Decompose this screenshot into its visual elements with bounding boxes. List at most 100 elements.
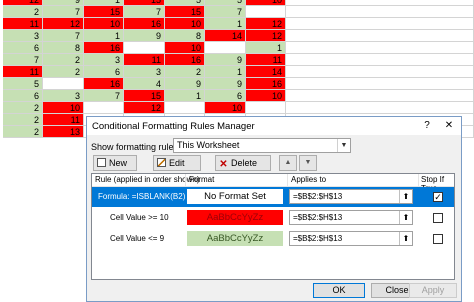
sheet-cell[interactable]: 11: [43, 114, 84, 126]
sheet-cell[interactable]: 7: [205, 6, 246, 18]
sheet-cell[interactable]: [165, 102, 205, 114]
rule-row[interactable]: Cell Value >= 10 AaBbCcYyZz =$B$2:$H$13 …: [92, 208, 454, 228]
sheet-cell[interactable]: 6: [84, 66, 124, 78]
sheet-cell[interactable]: 6: [205, 90, 246, 102]
sheet-cell[interactable]: [286, 42, 474, 54]
sheet-cell[interactable]: 16: [84, 42, 124, 54]
sheet-cell[interactable]: [286, 6, 474, 18]
sheet-cell[interactable]: 2: [3, 114, 43, 126]
sheet-cell[interactable]: 13: [43, 126, 84, 138]
sheet-cell[interactable]: 1: [205, 66, 246, 78]
sheet-cell[interactable]: 10: [84, 18, 124, 30]
show-rules-dropdown[interactable]: This Worksheet ▼: [173, 138, 351, 153]
sheet-cell[interactable]: [84, 102, 124, 114]
edit-rule-button[interactable]: Edit Rule...: [153, 155, 201, 182]
sheet-cell[interactable]: [246, 102, 286, 114]
sheet-cell[interactable]: 12: [43, 18, 84, 30]
sheet-cell[interactable]: 7: [124, 6, 165, 18]
move-down-button[interactable]: ▼: [299, 155, 317, 171]
sheet-cell[interactable]: 2: [165, 66, 205, 78]
sheet-cell[interactable]: 12: [246, 30, 286, 42]
sheet-cell[interactable]: 1: [165, 90, 205, 102]
sheet-cell[interactable]: 10: [165, 18, 205, 30]
sheet-cell[interactable]: 15: [124, 90, 165, 102]
sheet-cell[interactable]: 16: [165, 54, 205, 66]
rule-row[interactable]: Cell Value <= 9 AaBbCcYyZz =$B$2:$H$13 ⬆: [92, 229, 454, 249]
sheet-cell[interactable]: 16: [84, 78, 124, 90]
sheet-cell[interactable]: 12: [246, 18, 286, 30]
sheet-cell[interactable]: 16: [246, 78, 286, 90]
sheet-cell[interactable]: [286, 78, 474, 90]
sheet-cell[interactable]: 2: [43, 66, 84, 78]
sheet-cell[interactable]: 9: [124, 30, 165, 42]
range-picker-icon[interactable]: ⬆: [399, 190, 412, 203]
range-picker-icon[interactable]: ⬆: [399, 211, 412, 224]
sheet-cell[interactable]: [205, 42, 246, 54]
sheet-cell[interactable]: 9: [165, 78, 205, 90]
stop-if-true-checkbox[interactable]: [433, 213, 443, 223]
rule-row[interactable]: Formula: =ISBLANK(B2) No Format Set =$B$…: [92, 187, 454, 207]
sheet-cell[interactable]: [286, 30, 474, 42]
sheet-cell[interactable]: 3: [43, 90, 84, 102]
sheet-cell[interactable]: 4: [124, 78, 165, 90]
help-button[interactable]: ?: [419, 119, 435, 133]
sheet-cell[interactable]: 10: [43, 102, 84, 114]
sheet-cell[interactable]: 8: [43, 42, 84, 54]
sheet-cell[interactable]: 7: [84, 90, 124, 102]
format-preview: AaBbCcYyZz: [187, 231, 283, 246]
sheet-cell[interactable]: [43, 78, 84, 90]
sheet-cell[interactable]: 2: [3, 126, 43, 138]
sheet-row: 11 2 6 3 2 1 14: [0, 66, 474, 78]
sheet-cell[interactable]: 2: [3, 102, 43, 114]
sheet-cell[interactable]: 11: [246, 54, 286, 66]
range-picker-icon[interactable]: ⬆: [399, 232, 412, 245]
applies-to-field[interactable]: =$B$2:$H$13 ⬆: [289, 210, 413, 225]
sheet-cell[interactable]: 1: [246, 42, 286, 54]
applies-to-field[interactable]: =$B$2:$H$13 ⬆: [289, 231, 413, 246]
close-icon[interactable]: ✕: [441, 119, 457, 133]
sheet-cell[interactable]: 16: [124, 18, 165, 30]
sheet-cell[interactable]: 3: [124, 66, 165, 78]
applies-to-field[interactable]: =$B$2:$H$13 ⬆: [289, 189, 413, 204]
sheet-cell[interactable]: 6: [3, 42, 43, 54]
sheet-cell[interactable]: 9: [205, 78, 246, 90]
sheet-cell[interactable]: 14: [205, 30, 246, 42]
sheet-cell[interactable]: [286, 102, 474, 114]
sheet-cell[interactable]: 15: [84, 6, 124, 18]
stop-if-true-checkbox[interactable]: ✓: [433, 192, 443, 202]
sheet-cell[interactable]: 6: [3, 90, 43, 102]
sheet-cell[interactable]: 9: [205, 54, 246, 66]
sheet-cell[interactable]: 7: [43, 6, 84, 18]
ok-button[interactable]: OK: [313, 283, 365, 298]
sheet-cell[interactable]: 1: [205, 18, 246, 30]
new-rule-button[interactable]: New Rule...: [93, 155, 137, 182]
sheet-cell[interactable]: [286, 90, 474, 102]
sheet-cell[interactable]: [124, 42, 165, 54]
sheet-cell[interactable]: [286, 66, 474, 78]
sheet-cell[interactable]: 3: [3, 30, 43, 42]
sheet-cell[interactable]: 15: [165, 6, 205, 18]
sheet-cell[interactable]: 12: [124, 102, 165, 114]
sheet-cell[interactable]: 14: [246, 66, 286, 78]
sheet-cell[interactable]: [246, 6, 286, 18]
sheet-cell[interactable]: 10: [165, 42, 205, 54]
sheet-cell[interactable]: 10: [246, 90, 286, 102]
sheet-cell[interactable]: [286, 54, 474, 66]
sheet-cell[interactable]: 3: [84, 54, 124, 66]
sheet-cell[interactable]: 7: [3, 54, 43, 66]
sheet-cell[interactable]: 11: [124, 54, 165, 66]
sheet-cell[interactable]: 2: [3, 6, 43, 18]
sheet-cell[interactable]: 10: [205, 102, 246, 114]
sheet-cell[interactable]: [286, 18, 474, 30]
move-up-button[interactable]: ▲: [279, 155, 297, 171]
sheet-cell[interactable]: 11: [3, 18, 43, 30]
sheet-cell[interactable]: 8: [165, 30, 205, 42]
sheet-cell[interactable]: 11: [3, 66, 43, 78]
sheet-cell[interactable]: 7: [43, 30, 84, 42]
apply-button[interactable]: Apply: [409, 283, 457, 298]
sheet-cell[interactable]: 2: [43, 54, 84, 66]
sheet-cell[interactable]: 1: [84, 30, 124, 42]
delete-rule-button[interactable]: ✕Delete Rule: [215, 155, 271, 182]
sheet-cell[interactable]: 5: [3, 78, 43, 90]
stop-if-true-checkbox[interactable]: [433, 234, 443, 244]
